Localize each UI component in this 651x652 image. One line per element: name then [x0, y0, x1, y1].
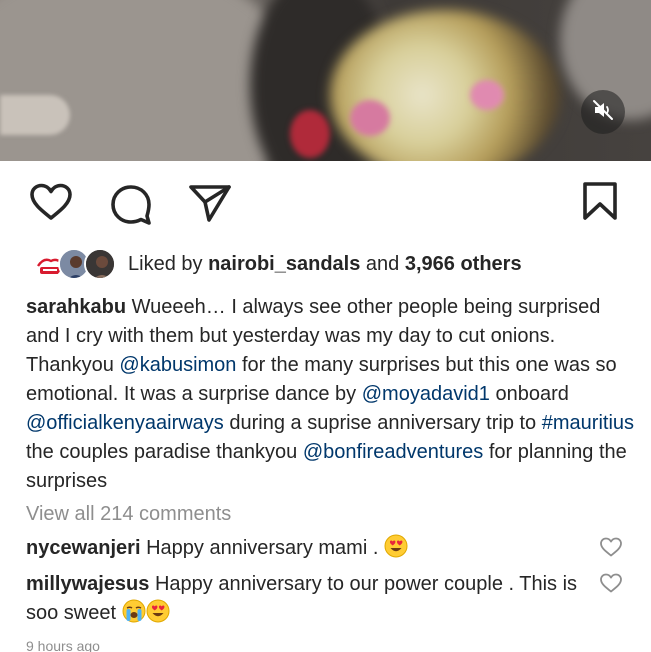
- comment-item: nycewanjeri Happy anniversary mami .: [26, 534, 586, 563]
- heart-eyes-emoji: [146, 599, 170, 623]
- mention-link[interactable]: @bonfireadventures: [303, 441, 483, 463]
- caption-username[interactable]: sarahkabu: [26, 296, 126, 318]
- comment-like-heart-icon[interactable]: [599, 536, 623, 563]
- post-video[interactable]: [0, 0, 651, 161]
- likes-prefix: Liked by: [128, 252, 203, 275]
- comment-username[interactable]: nycewanjeri: [26, 537, 141, 559]
- likes-summary[interactable]: Liked by nairobi_sandals and 3,966 other…: [32, 246, 522, 282]
- video-flower-pink: [350, 100, 390, 136]
- mention-link[interactable]: @kabusimon: [119, 354, 236, 376]
- likes-others-count[interactable]: 3,966 others: [405, 253, 522, 275]
- crying-emoji: [122, 599, 146, 623]
- liker-avatars: [32, 246, 126, 282]
- hashtag-link[interactable]: #mauritius: [542, 412, 634, 434]
- comment-like-heart-icon[interactable]: [599, 572, 623, 599]
- video-figure-arm: [0, 95, 70, 135]
- speaker-muted-icon: [591, 98, 615, 127]
- bookmark-icon[interactable]: [582, 181, 618, 221]
- caption-text: onboard: [495, 383, 569, 405]
- heart-eyes-emoji: [384, 534, 408, 558]
- likes-text: Liked by nairobi_sandals and 3,966 other…: [128, 253, 522, 276]
- video-bouquet: [330, 10, 560, 161]
- view-all-comments-link[interactable]: View all 214 comments: [26, 503, 231, 526]
- avatar: [84, 248, 116, 280]
- post-caption: sarahkabu Wueeeh… I always see other peo…: [26, 293, 636, 496]
- comment-item: millywajesus Happy anniversary to our po…: [26, 570, 586, 628]
- liker-username[interactable]: nairobi_sandals: [208, 253, 360, 275]
- post-timestamp: 9 hours ago: [26, 638, 100, 652]
- heart-icon[interactable]: [28, 182, 74, 222]
- mention-link[interactable]: @officialkenyaairways: [26, 412, 224, 434]
- video-flower-red: [290, 110, 330, 158]
- comment-icon[interactable]: [109, 183, 153, 225]
- caption-text: during a suprise anniversary trip to: [229, 412, 537, 434]
- video-flower-pink-2: [470, 80, 504, 110]
- mention-link[interactable]: @moyadavid1: [362, 383, 490, 405]
- comment-text: Happy anniversary mami .: [146, 537, 379, 559]
- caption-text: the couples paradise thankyou: [26, 441, 298, 463]
- comment-username[interactable]: millywajesus: [26, 573, 149, 595]
- mute-button[interactable]: [581, 90, 625, 134]
- paper-plane-icon[interactable]: [188, 183, 232, 223]
- likes-connector: and: [365, 252, 400, 275]
